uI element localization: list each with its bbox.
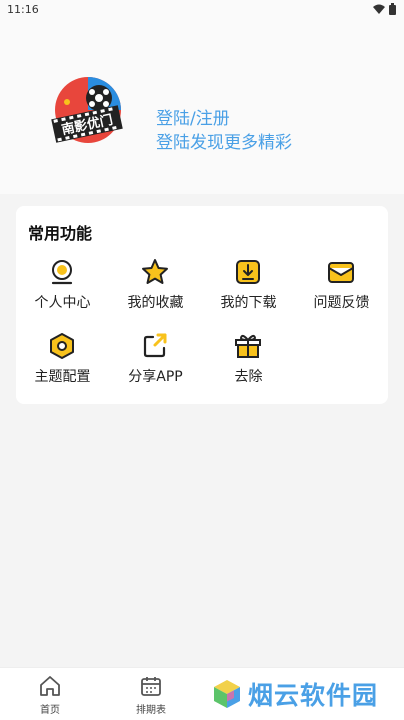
tab-schedule-label: 排期表 bbox=[136, 705, 166, 716]
calendar-icon bbox=[141, 677, 161, 696]
download-icon bbox=[236, 260, 260, 284]
gift-icon bbox=[235, 334, 261, 358]
profile-header: 南影优门 登陆/注册 登陆发现更多精彩 bbox=[0, 20, 404, 194]
func-feedback[interactable]: 问题反馈 bbox=[295, 258, 388, 316]
func-my-favorites[interactable]: 我的收藏 bbox=[109, 258, 202, 316]
func-label: 我的下载 bbox=[220, 295, 277, 311]
common-functions-card: 常用功能 个人中心 我的收藏 我的下载 问题反馈 主题配置 分享APP 去除 bbox=[16, 206, 388, 404]
tab-home-label: 首页 bbox=[40, 705, 60, 716]
battery-icon bbox=[389, 3, 396, 15]
func-label: 主题配置 bbox=[34, 369, 91, 385]
watermark: 烟云软件园 bbox=[212, 674, 378, 714]
func-label: 去除 bbox=[234, 369, 263, 385]
func-label: 分享APP bbox=[128, 369, 183, 385]
card-title: 常用功能 bbox=[28, 224, 93, 243]
star-icon bbox=[142, 259, 168, 284]
mail-icon bbox=[328, 262, 354, 283]
func-personal-center[interactable]: 个人中心 bbox=[16, 258, 109, 316]
login-subtitle[interactable]: 登陆发现更多精彩 bbox=[156, 128, 292, 153]
wifi-icon bbox=[373, 4, 385, 14]
status-icons bbox=[373, 3, 396, 15]
login-register-link[interactable]: 登陆/注册 bbox=[156, 104, 230, 129]
app-logo[interactable]: 南影优门 bbox=[47, 72, 127, 152]
tab-home[interactable]: 首页 bbox=[20, 674, 80, 716]
func-theme-config[interactable]: 主题配置 bbox=[16, 332, 109, 390]
status-time: 11:16 bbox=[7, 3, 39, 16]
watermark-text: 烟云软件园 bbox=[248, 681, 379, 710]
user-icon bbox=[51, 260, 73, 285]
func-label: 个人中心 bbox=[34, 295, 91, 311]
func-share-app[interactable]: 分享APP bbox=[109, 332, 202, 390]
func-my-downloads[interactable]: 我的下载 bbox=[202, 258, 295, 316]
status-bar: 11:16 bbox=[0, 0, 404, 20]
func-label: 问题反馈 bbox=[313, 295, 370, 311]
func-remove[interactable]: 去除 bbox=[202, 332, 295, 390]
hexagon-icon bbox=[50, 333, 74, 359]
home-icon bbox=[40, 676, 60, 696]
cube-logo-icon bbox=[214, 680, 240, 708]
share-icon bbox=[143, 333, 167, 358]
tab-schedule[interactable]: 排期表 bbox=[121, 674, 181, 716]
func-label: 我的收藏 bbox=[127, 295, 184, 311]
